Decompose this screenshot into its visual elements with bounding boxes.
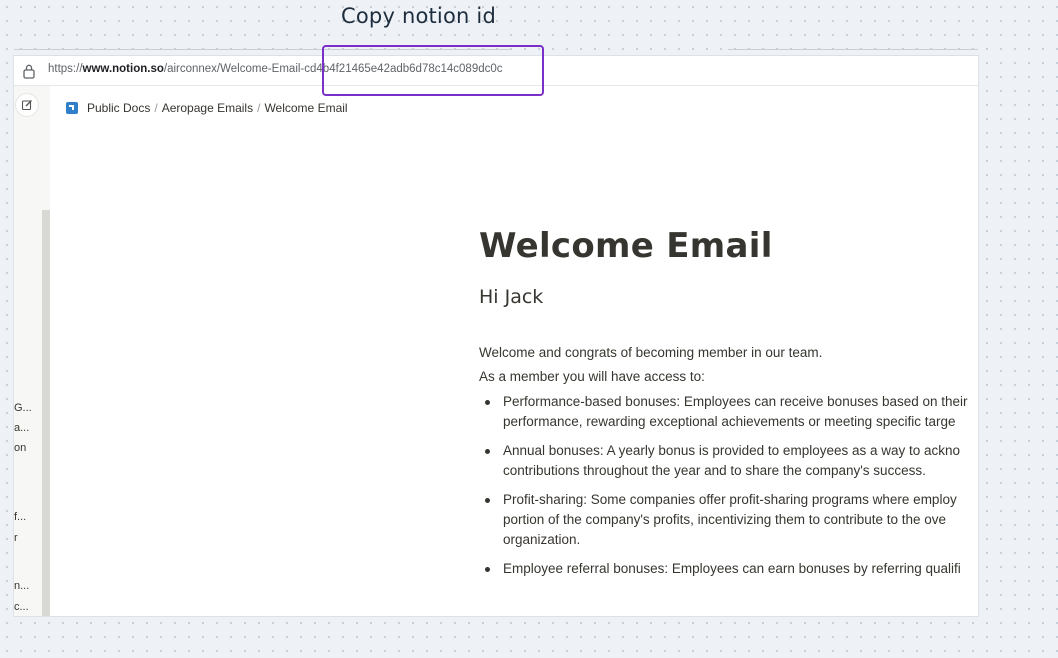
list-item: Annual bonuses: A yearly bonus is provid…: [485, 441, 978, 481]
sidebar-item[interactable]: on: [14, 442, 42, 454]
list-item-line: Employee referral bonuses: Employees can…: [503, 561, 961, 576]
list-item-line: Annual bonuses: A yearly bonus is provid…: [503, 443, 961, 458]
sidebar-item[interactable]: a...: [14, 422, 42, 434]
annotation-caption: Copy notion id: [341, 4, 496, 28]
url-prefix: https://: [48, 63, 83, 75]
list-item-line: portion of the company's profits, incent…: [503, 512, 947, 527]
sidebar-item[interactable]: G...: [14, 402, 42, 414]
list-item: Performance-based bonuses: Employees can…: [485, 392, 978, 432]
breadcrumb-item-public-docs[interactable]: Public Docs: [87, 101, 150, 115]
access-paragraph: As a member you will have access to:: [479, 369, 705, 384]
list-item-line: organization.: [503, 532, 581, 547]
page-title: Welcome Email: [479, 226, 773, 266]
benefits-list: Performance-based bonuses: Employees can…: [479, 392, 978, 579]
sidebar-scrollbar[interactable]: [42, 210, 50, 616]
list-item: Employee referral bonuses: Employees can…: [485, 559, 978, 579]
list-item: Profit-sharing: Some companies offer pro…: [485, 490, 978, 550]
breadcrumb-item-aeropage-emails[interactable]: Aeropage Emails: [162, 101, 253, 115]
lock-icon: [23, 64, 35, 79]
sidebar-item[interactable]: c...: [14, 601, 42, 613]
sidebar-item[interactable]: f...: [14, 511, 42, 523]
list-item-line: Performance-based bonuses: Employees can…: [503, 394, 968, 409]
intro-paragraph: Welcome and congrats of becoming member …: [479, 345, 823, 360]
notion-id-highlight-box: [322, 45, 544, 96]
url-path: /airconnex/Welcome-Email-: [163, 63, 305, 75]
page-content: Welcome Email Hi Jack Welcome and congra…: [479, 226, 978, 588]
breadcrumb-item-welcome-email[interactable]: Welcome Email: [264, 101, 347, 115]
list-item-line: contributions throughout the year and to…: [503, 463, 926, 478]
breadcrumb-separator: /: [154, 101, 158, 115]
sidebar-item[interactable]: r: [14, 532, 42, 544]
notion-sidebar: G... a... on f... r n... c...: [14, 86, 50, 616]
sidebar-item[interactable]: n...: [14, 580, 42, 592]
tab-strip-divider: [728, 49, 978, 50]
breadcrumb-separator: /: [257, 101, 261, 115]
edit-icon[interactable]: [16, 94, 38, 116]
list-item-line: performance, rewarding exceptional achie…: [503, 414, 956, 429]
browser-window: https://www.notion.so/airconnex/Welcome-…: [14, 56, 978, 616]
list-item-line: Profit-sharing: Some companies offer pro…: [503, 492, 957, 507]
notion-page-icon: [66, 102, 78, 114]
url-domain: www.notion.so: [82, 63, 164, 75]
page-greeting: Hi Jack: [479, 286, 544, 308]
breadcrumb: Public Docs / Aeropage Emails / Welcome …: [66, 100, 348, 116]
